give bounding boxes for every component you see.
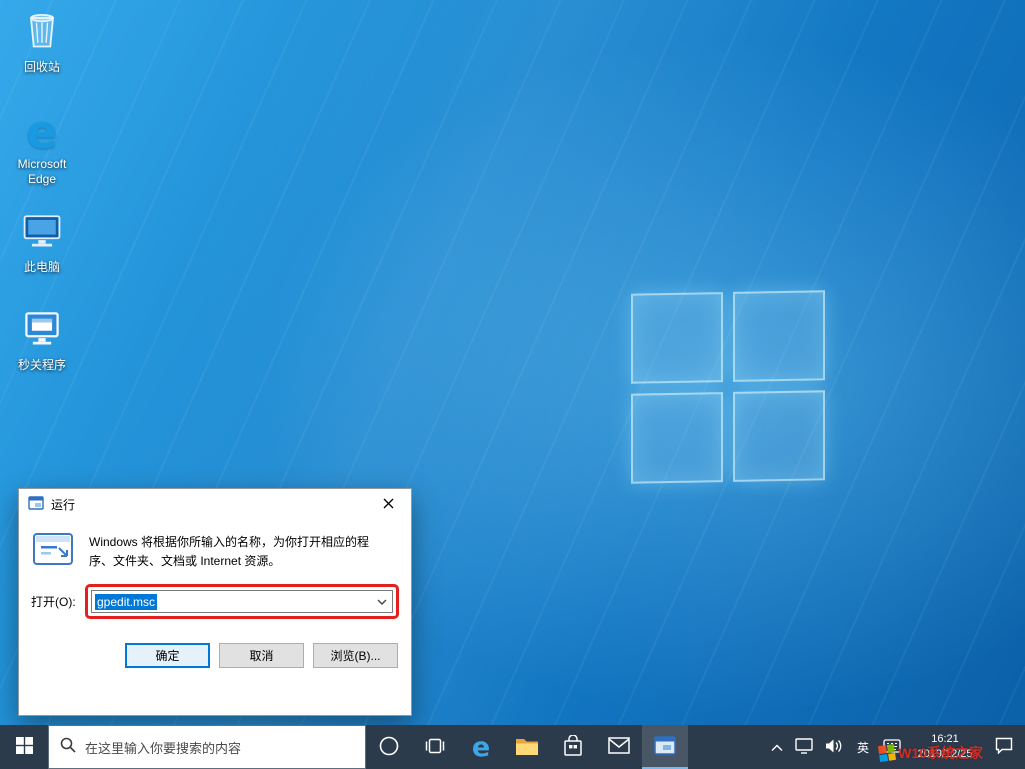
desktop-icon-recycle-bin[interactable]: 回收站 bbox=[0, 8, 84, 75]
app-window-icon bbox=[20, 306, 64, 355]
run-dialog-titlebar[interactable]: 运行 bbox=[19, 489, 411, 519]
ok-button[interactable]: 确定 bbox=[125, 643, 210, 668]
ime-button[interactable] bbox=[877, 725, 907, 769]
close-icon bbox=[383, 497, 394, 512]
windows-logo-wallpaper bbox=[631, 290, 825, 483]
folder-icon bbox=[515, 736, 539, 759]
desktop-icon-this-pc[interactable]: 此电脑 bbox=[0, 208, 84, 275]
annotation-highlight: gpedit.msc bbox=[85, 584, 399, 619]
close-button[interactable] bbox=[366, 489, 411, 519]
recycle-bin-icon bbox=[20, 8, 64, 57]
edge-icon: e bbox=[26, 110, 57, 154]
chevron-up-icon bbox=[771, 740, 783, 755]
taskbar-clock[interactable]: 16:21 2019/12/25 bbox=[907, 725, 983, 769]
browse-button[interactable]: 浏览(B)... bbox=[313, 643, 398, 668]
search-placeholder: 在这里输入你要搜索的内容 bbox=[85, 738, 241, 757]
windows-logo-icon bbox=[16, 737, 33, 757]
clock-date: 2019/12/25 bbox=[917, 747, 972, 762]
monitor-icon bbox=[20, 208, 64, 257]
run-dialog-icon bbox=[28, 495, 44, 514]
cortana-icon bbox=[378, 735, 400, 760]
run-window-icon bbox=[654, 736, 676, 758]
tray-expand-button[interactable] bbox=[765, 725, 789, 769]
run-input-combo[interactable]: gpedit.msc bbox=[91, 590, 393, 613]
store-button[interactable] bbox=[550, 725, 596, 769]
notification-icon bbox=[995, 737, 1013, 757]
ime-keyboard-icon bbox=[883, 739, 901, 756]
network-status-button[interactable] bbox=[789, 725, 819, 769]
mail-button[interactable] bbox=[596, 725, 642, 769]
volume-button[interactable] bbox=[819, 725, 849, 769]
start-button[interactable] bbox=[0, 725, 48, 769]
store-icon bbox=[563, 735, 583, 760]
run-dialog-body: Windows 将根据你所输入的名称，为你打开相应的程序、文件夹、文档或 Int… bbox=[19, 519, 411, 668]
taskbar-search-box[interactable]: 在这里输入你要搜索的内容 bbox=[48, 725, 366, 769]
desktop-icon-quick-close-app[interactable]: 秒关程序 bbox=[0, 306, 84, 373]
edge-icon: e bbox=[472, 734, 490, 761]
run-icon bbox=[33, 533, 73, 568]
desktop-icon-label: 回收站 bbox=[24, 60, 60, 75]
language-indicator[interactable]: 英 bbox=[849, 725, 877, 769]
chevron-down-icon[interactable] bbox=[372, 591, 392, 612]
clock-time: 16:21 bbox=[931, 732, 959, 747]
run-dialog-title: 运行 bbox=[51, 496, 75, 513]
desktop: 回收站 e Microsoft Edge 此电脑 秒关程序 bbox=[0, 0, 1025, 725]
speaker-icon bbox=[825, 738, 843, 757]
edge-taskbar-button[interactable]: e bbox=[458, 725, 504, 769]
task-view-button[interactable] bbox=[412, 725, 458, 769]
run-dialog: 运行 bbox=[18, 488, 412, 716]
mail-icon bbox=[608, 737, 630, 757]
cortana-button[interactable] bbox=[366, 725, 412, 769]
desktop-icon-label: 此电脑 bbox=[24, 260, 60, 275]
action-center-button[interactable] bbox=[983, 725, 1025, 769]
taskbar: 在这里输入你要搜索的内容 e bbox=[0, 725, 1025, 769]
taskbar-spacer bbox=[688, 725, 765, 769]
network-icon bbox=[795, 738, 813, 757]
open-label: 打开(O): bbox=[31, 593, 85, 610]
desktop-icon-label: 秒关程序 bbox=[18, 358, 66, 373]
file-explorer-button[interactable] bbox=[504, 725, 550, 769]
run-input-value[interactable]: gpedit.msc bbox=[95, 594, 157, 610]
desktop-icon-microsoft-edge[interactable]: e Microsoft Edge bbox=[0, 110, 84, 187]
search-icon bbox=[60, 737, 76, 758]
cancel-button[interactable]: 取消 bbox=[219, 643, 304, 668]
desktop-icon-label: Microsoft Edge bbox=[2, 157, 82, 187]
task-view-icon bbox=[424, 735, 446, 760]
run-taskbar-button[interactable] bbox=[642, 725, 688, 769]
run-description: Windows 将根据你所输入的名称，为你打开相应的程序、文件夹、文档或 Int… bbox=[89, 533, 387, 571]
